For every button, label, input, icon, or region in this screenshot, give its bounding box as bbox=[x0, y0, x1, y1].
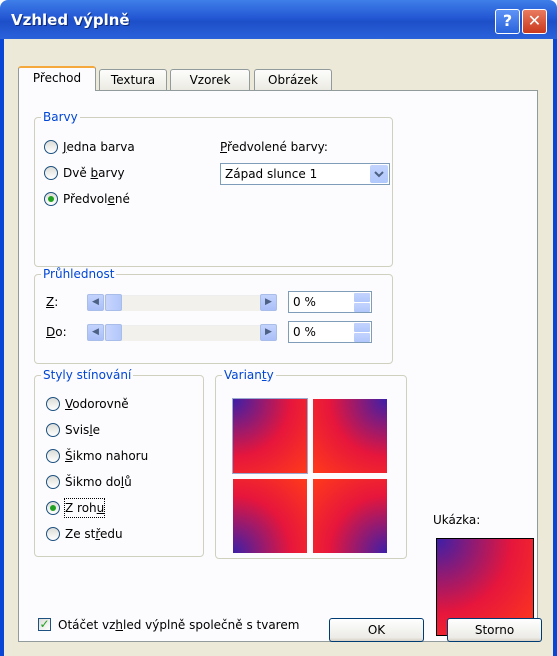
slider-track[interactable] bbox=[104, 325, 260, 341]
window-title: Vzhled výplně bbox=[11, 11, 130, 29]
radio-circle bbox=[46, 527, 60, 541]
radio-circle bbox=[46, 501, 60, 515]
variant-bottom-left[interactable] bbox=[233, 479, 307, 553]
dropdown-arrow-button[interactable] bbox=[370, 165, 388, 183]
radio-circle bbox=[44, 140, 58, 154]
colors-group: Barvy Jedna barva Dvě barvy Předvolené P… bbox=[34, 110, 393, 267]
tab-pattern[interactable]: Vzorek bbox=[170, 69, 250, 90]
radio-selected-dot bbox=[50, 505, 56, 511]
radio-circle bbox=[46, 475, 60, 489]
tab-label: Přechod bbox=[32, 71, 82, 85]
preview-label: Ukázka: bbox=[433, 513, 481, 527]
preset-colors-label: Předvolené barvy: bbox=[220, 140, 328, 154]
variant-top-left[interactable] bbox=[232, 398, 308, 474]
help-button[interactable]: ? bbox=[495, 9, 520, 34]
tab-label: Vzorek bbox=[189, 73, 231, 87]
tab-label: Obrázek bbox=[268, 73, 318, 87]
close-icon: ✕ bbox=[527, 11, 542, 30]
slider-track[interactable] bbox=[104, 295, 260, 311]
radio-circle bbox=[46, 423, 60, 437]
radio-circle bbox=[44, 192, 58, 206]
radio-circle bbox=[46, 449, 60, 463]
radio-selected-dot bbox=[48, 196, 54, 202]
chevron-down-icon bbox=[374, 171, 384, 178]
cancel-button[interactable]: Storno bbox=[447, 618, 542, 642]
title-bar: Vzhled výplně ? ✕ bbox=[0, 0, 557, 39]
tab-texture[interactable]: Textura bbox=[99, 69, 167, 90]
slider-thumb[interactable] bbox=[105, 294, 122, 311]
scroll-left-icon[interactable]: ◀ bbox=[87, 324, 104, 341]
from-label: Z: bbox=[46, 295, 59, 309]
from-percent-input[interactable]: 0 % bbox=[288, 291, 372, 313]
radio-circle bbox=[44, 166, 58, 180]
scroll-right-icon[interactable]: ▶ bbox=[260, 294, 277, 311]
checkbox-checked-icon: ✓ bbox=[38, 617, 51, 631]
to-label: Do: bbox=[46, 325, 67, 339]
spin-up-icon[interactable] bbox=[354, 293, 370, 302]
to-percent-input[interactable]: 0 % bbox=[288, 321, 372, 343]
shading-styles-group: Styly stínování Vodorovně Svisle Šikmo n… bbox=[34, 368, 204, 557]
transparency-group: Průhlednost Z: ◀ ▶ 0 % Do: ◀ ▶ 0 % bbox=[34, 267, 393, 364]
tab-label: Textura bbox=[110, 73, 156, 87]
from-slider[interactable]: ◀ ▶ bbox=[87, 294, 277, 312]
spin-down-icon[interactable] bbox=[354, 303, 370, 312]
to-slider[interactable]: ◀ ▶ bbox=[87, 324, 277, 342]
shading-styles-group-label: Styly stínování bbox=[41, 368, 134, 382]
variants-grid bbox=[231, 397, 393, 555]
tab-picture[interactable]: Obrázek bbox=[254, 69, 332, 90]
tab-gradient[interactable]: Přechod bbox=[18, 66, 96, 91]
variant-top-right[interactable] bbox=[313, 399, 387, 473]
ok-button[interactable]: OK bbox=[329, 618, 424, 642]
radio-circle bbox=[46, 397, 60, 411]
preset-colors-select[interactable]: Západ slunce 1 bbox=[220, 163, 390, 185]
variant-bottom-right[interactable] bbox=[313, 479, 387, 553]
variants-group: Varianty bbox=[215, 368, 407, 559]
spin-up-icon[interactable] bbox=[354, 323, 370, 332]
close-button[interactable]: ✕ bbox=[522, 9, 547, 34]
scroll-right-icon[interactable]: ▶ bbox=[260, 324, 277, 341]
scroll-left-icon[interactable]: ◀ bbox=[87, 294, 104, 311]
colors-group-label: Barvy bbox=[41, 110, 80, 124]
variants-group-label: Varianty bbox=[222, 368, 276, 382]
slider-thumb[interactable] bbox=[105, 324, 122, 341]
spin-down-icon[interactable] bbox=[354, 333, 370, 342]
transparency-group-label: Průhlednost bbox=[41, 267, 117, 281]
preset-colors-value: Západ slunce 1 bbox=[225, 167, 318, 181]
tab-panel: Barvy Jedna barva Dvě barvy Předvolené P… bbox=[18, 90, 538, 642]
dialog-body: Přechod Textura Vzorek Obrázek Barvy Jed… bbox=[0, 39, 557, 656]
help-icon: ? bbox=[502, 11, 513, 30]
